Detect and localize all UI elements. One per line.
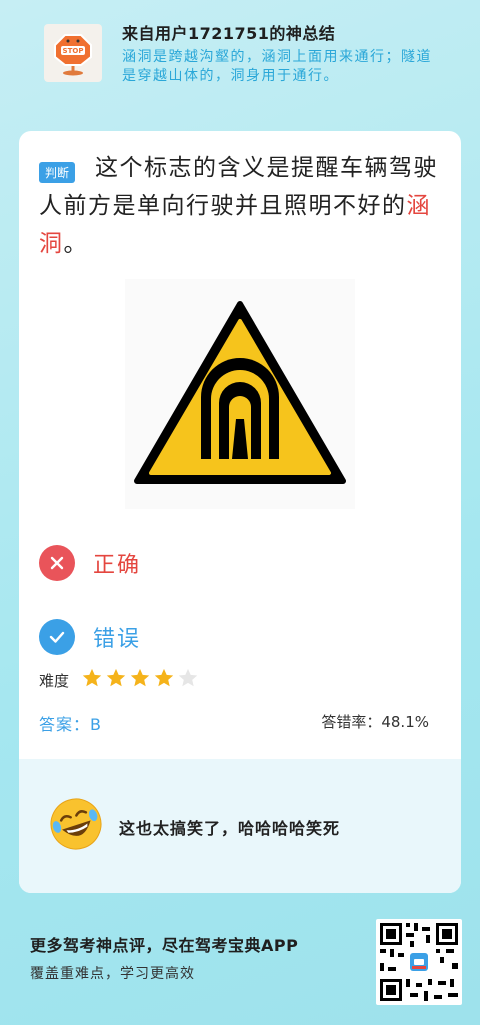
comment-text: 这也太搞笑了，哈哈哈哈笑死 <box>119 819 341 838</box>
question-text-end: 。 <box>63 231 88 257</box>
star-filled-icon <box>82 668 102 687</box>
star-filled-icon <box>154 668 174 687</box>
footer-subtitle: 覆盖重难点，学习更高效 <box>30 966 195 982</box>
tunnel-warning-sign-icon <box>134 301 346 484</box>
question-card: 判断 这个标志的含义是提醒车辆驾驶人前方是单向行驶并且照明不好的涵洞。 正确 错… <box>19 131 461 893</box>
stop-sign-avatar-icon: STOP <box>54 34 92 76</box>
question-text-main: 这个标志的含义是提醒车辆驾驶人前方是单向行驶并且照明不好的 <box>39 155 438 219</box>
option-true-label: 正确 <box>93 553 142 578</box>
star-empty-icon <box>178 668 198 687</box>
qr-code-icon <box>380 923 458 1001</box>
difficulty-label: 难度 <box>39 671 70 690</box>
summary-text: 涵洞是跨越沟壑的，涵洞上面用来通行；隧道是穿越山体的，洞身用于通行。 <box>122 49 432 84</box>
option-false-label: 错误 <box>93 627 142 652</box>
question-text: 这个标志的含义是提醒车辆驾驶人前方是单向行驶并且照明不好的涵洞。 <box>39 149 449 263</box>
star-filled-icon <box>106 668 126 687</box>
summary-header: STOP 来自用户1721751的神总结 涵洞是跨越沟壑的，涵洞上面用来通行；隧… <box>0 0 480 130</box>
laughing-emoji-icon <box>50 798 102 850</box>
answer-text: 答案：B <box>39 715 102 734</box>
qr-code[interactable] <box>376 919 462 1005</box>
wrong-mark-icon <box>39 545 75 581</box>
tunnel-warning-sign <box>125 279 355 509</box>
comment-box: 这也太搞笑了，哈哈哈哈笑死 <box>19 759 461 893</box>
difficulty-rating: 难度 <box>39 667 201 693</box>
option-true[interactable]: 正确 <box>39 545 141 581</box>
checkmark-icon <box>39 619 75 655</box>
svg-text:STOP: STOP <box>63 47 84 55</box>
footer-title: 更多驾考神点评，尽在驾考宝典APP <box>30 936 299 955</box>
star-rating <box>81 667 201 693</box>
username: 来自用户1721751的神总结 <box>122 24 336 43</box>
option-false[interactable]: 错误 <box>39 619 141 655</box>
avatar[interactable]: STOP <box>44 24 102 82</box>
error-rate: 答错率：48.1% <box>321 713 429 731</box>
star-filled-icon <box>130 668 150 687</box>
